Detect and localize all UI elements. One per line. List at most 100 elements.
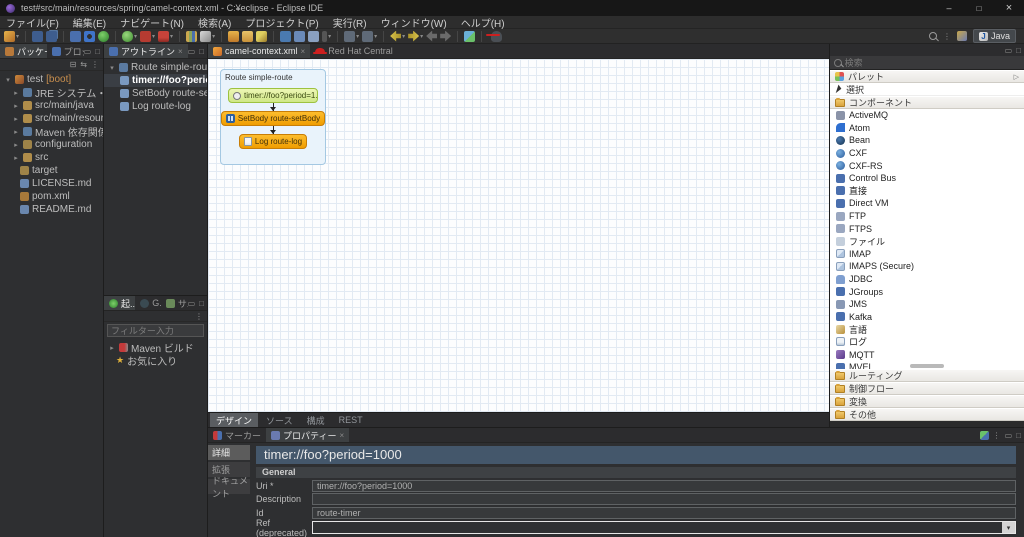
- close-button[interactable]: [994, 0, 1024, 16]
- view-minimize-icon[interactable]: ▭: [1005, 431, 1013, 440]
- description-input[interactable]: [312, 493, 1016, 506]
- last-edit-location-button[interactable]: [344, 30, 359, 42]
- outline-item-log[interactable]: Log route-log: [104, 100, 207, 113]
- outline-item-route[interactable]: ▾ Route simple-route: [104, 61, 207, 74]
- java-perspective-button[interactable]: J Java: [972, 29, 1016, 43]
- twisty-expanded-icon[interactable]: ▾: [4, 76, 12, 84]
- palette-item-atom[interactable]: Atom: [830, 122, 1024, 135]
- palette-item-file[interactable]: ファイル: [830, 235, 1024, 248]
- tab-source[interactable]: ソース: [260, 413, 299, 427]
- toolbar-overflow-icon[interactable]: ⋮: [943, 32, 951, 41]
- id-input[interactable]: [312, 506, 1016, 519]
- tab-configuration[interactable]: 構成: [301, 413, 331, 427]
- forward-button[interactable]: [408, 30, 423, 42]
- tab-markers[interactable]: マーカー: [208, 428, 266, 442]
- tab-launch-configurations[interactable]: 起... ×: [104, 296, 136, 310]
- external-tools-button[interactable]: [158, 30, 173, 42]
- view-maximize-icon[interactable]: □: [1016, 431, 1021, 440]
- run-button[interactable]: [140, 30, 155, 42]
- palette-item-imap[interactable]: IMAP: [830, 248, 1024, 261]
- menu-navigate[interactable]: ナビゲート(N): [120, 15, 184, 30]
- close-tab-icon[interactable]: ×: [339, 431, 344, 440]
- open-type-button[interactable]: [228, 30, 240, 42]
- twisty-collapsed-icon[interactable]: ▸: [108, 344, 116, 352]
- launch-filter-input[interactable]: [107, 324, 204, 337]
- palette-item-cxf[interactable]: CXF: [830, 147, 1024, 160]
- menu-window[interactable]: ウィンドウ(W): [381, 15, 447, 30]
- print-button[interactable]: [70, 30, 82, 42]
- palette-section-misc[interactable]: その他: [830, 408, 1024, 421]
- palette-item-imaps[interactable]: IMAPS (Secure): [830, 260, 1024, 273]
- build-button[interactable]: [98, 30, 110, 42]
- route-container[interactable]: Route simple-route timer://foo?period=1.…: [220, 69, 326, 165]
- side-tab-documentation[interactable]: ドキュメント: [208, 476, 250, 499]
- tab-outline[interactable]: アウトライン ×: [104, 44, 188, 58]
- combo-dropdown-icon[interactable]: ▾: [1002, 522, 1015, 533]
- palette-item-jgroups[interactable]: JGroups: [830, 285, 1024, 298]
- twisty-expanded-icon[interactable]: ▾: [108, 64, 116, 72]
- menu-help[interactable]: ヘルプ(H): [461, 15, 505, 30]
- camel-design-canvas[interactable]: Route simple-route timer://foo?period=1.…: [208, 59, 829, 412]
- new-package-button[interactable]: [294, 30, 306, 42]
- view-maximize-icon[interactable]: □: [1016, 46, 1021, 55]
- menu-file[interactable]: ファイル(F): [6, 15, 59, 30]
- new-wizard-button[interactable]: [4, 30, 19, 42]
- palette-item-bean[interactable]: Bean: [830, 134, 1024, 147]
- tab-red-hat-central[interactable]: Red Hat Central: [310, 44, 398, 58]
- palette-components-header[interactable]: コンポーネント: [830, 96, 1024, 109]
- open-resource-button[interactable]: [242, 30, 254, 42]
- tab-gradle[interactable]: G...: [135, 296, 161, 310]
- new-file-button[interactable]: [308, 30, 320, 42]
- link-with-editor-icon[interactable]: ⇆: [80, 60, 87, 69]
- palette-item-control-bus[interactable]: Control Bus: [830, 172, 1024, 185]
- palette-header[interactable]: パレット ▷: [830, 70, 1024, 83]
- palette-item-direct[interactable]: 直接: [830, 185, 1024, 198]
- coverage-grid-button[interactable]: [186, 30, 198, 42]
- outline-item-timer[interactable]: timer://foo?period=1000: [104, 74, 207, 87]
- side-tab-details[interactable]: 詳細: [208, 445, 250, 460]
- palette-search-input[interactable]: [844, 57, 1020, 68]
- twisty-collapsed-icon[interactable]: ▸: [12, 154, 20, 162]
- tab-camel-context[interactable]: camel-context.xml ×: [208, 44, 311, 58]
- tree-item-pom[interactable]: pom.xml: [0, 190, 103, 203]
- tree-item-readme[interactable]: README.md: [0, 203, 103, 216]
- tab-properties[interactable]: プロパティー ×: [266, 428, 350, 442]
- tab-project-explorer[interactable]: プロジ...: [47, 44, 84, 58]
- view-minimize-icon[interactable]: ▭: [84, 47, 92, 56]
- collapse-all-icon[interactable]: ⊟: [70, 60, 77, 69]
- view-menu-icon[interactable]: ⋮: [993, 431, 1001, 440]
- palette-section-routing[interactable]: ルーティング: [830, 369, 1024, 382]
- tab-rest[interactable]: REST: [333, 413, 369, 427]
- view-maximize-icon[interactable]: □: [199, 299, 204, 308]
- tree-item-license[interactable]: LICENSE.md: [0, 177, 103, 190]
- mark-occurrences-button[interactable]: [322, 30, 331, 42]
- tab-design[interactable]: デザイン: [210, 413, 259, 427]
- new-java-class-button[interactable]: [280, 30, 292, 42]
- tree-item-maven-deps[interactable]: ▸ Maven 依存関係: [0, 125, 103, 139]
- node-timer[interactable]: timer://foo?period=1...: [228, 88, 318, 103]
- palette-item-language[interactable]: 言語: [830, 323, 1024, 336]
- minimize-button[interactable]: [934, 0, 964, 16]
- open-perspective-icon[interactable]: [956, 31, 967, 41]
- tree-item-src-main-java[interactable]: ▸ src/main/java: [0, 99, 103, 112]
- tree-item-jre[interactable]: ▸ JRE システム・ライブラリー [Jav: [0, 86, 103, 100]
- palette-item-jms[interactable]: JMS: [830, 298, 1024, 311]
- view-maximize-icon[interactable]: □: [95, 47, 100, 56]
- tree-item-src[interactable]: ▸ src: [0, 151, 103, 164]
- view-minimize-icon[interactable]: ▭: [1005, 46, 1013, 55]
- ref-combo[interactable]: ▾: [312, 521, 1016, 534]
- view-minimize-icon[interactable]: ▭: [188, 299, 196, 308]
- palette-item-jdbc[interactable]: JDBC: [830, 273, 1024, 286]
- palette-select-tool[interactable]: 選択: [830, 83, 1024, 96]
- palette-section-transformation[interactable]: 変換: [830, 395, 1024, 408]
- close-tab-icon[interactable]: ×: [301, 47, 306, 56]
- view-maximize-icon[interactable]: □: [199, 47, 204, 56]
- skip-breakpoints-button[interactable]: [84, 30, 96, 42]
- back-button[interactable]: [390, 30, 405, 42]
- tree-item-target[interactable]: target: [0, 164, 103, 177]
- menu-run[interactable]: 実行(R): [333, 15, 367, 30]
- outline-item-setbody[interactable]: SetBody route-setBody: [104, 87, 207, 100]
- pin-editor-button[interactable]: [362, 30, 377, 42]
- cloud-button[interactable]: [491, 30, 503, 42]
- close-tab-icon[interactable]: ×: [178, 47, 183, 56]
